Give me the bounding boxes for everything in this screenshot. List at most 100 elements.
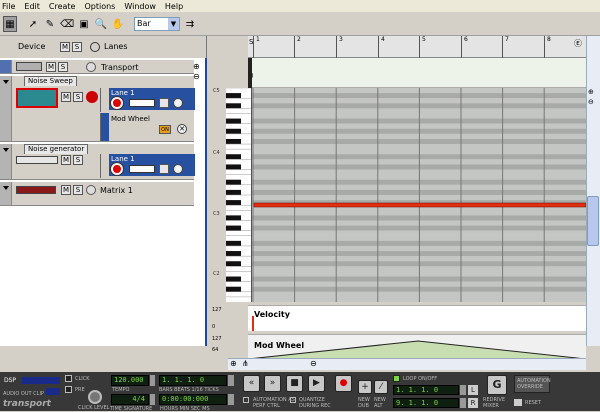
track-handle[interactable] xyxy=(0,144,12,179)
sequencer-icon[interactable]: ▦ xyxy=(3,16,17,32)
lane-mute-button[interactable] xyxy=(159,98,169,108)
collapse-icon[interactable] xyxy=(3,148,9,152)
position-display[interactable]: 1. 1. 1. 0 xyxy=(159,375,227,386)
black-key[interactable] xyxy=(226,118,241,124)
stop-button[interactable]: ■ xyxy=(286,375,303,392)
new-dub-button[interactable]: + xyxy=(358,380,372,394)
horizontal-scrollbar[interactable]: ⊕ ⋔ ⊖ xyxy=(228,358,586,370)
mute-button[interactable]: M xyxy=(61,185,71,195)
mute-button[interactable]: M xyxy=(61,92,71,102)
track-handle[interactable] xyxy=(0,60,12,73)
lane-mute-button[interactable] xyxy=(159,164,169,174)
scroll-thumb[interactable] xyxy=(587,196,599,246)
lanes-radio[interactable] xyxy=(90,42,100,52)
zoom-in-icon[interactable]: ⊕ xyxy=(193,62,200,71)
loop-left-display[interactable]: 1. 1. 1. 0 xyxy=(393,385,459,395)
hand-tool-icon[interactable]: ✋ xyxy=(112,16,124,32)
track-noise-generator[interactable]: Noise generator M S Lane 1 ✕ xyxy=(0,144,195,180)
pre-checkbox[interactable] xyxy=(65,386,72,393)
black-key[interactable] xyxy=(226,215,241,221)
mute-all-button[interactable]: M xyxy=(60,42,70,52)
on-button[interactable]: ON xyxy=(159,125,171,134)
velocity-bar[interactable] xyxy=(252,316,254,331)
black-key[interactable] xyxy=(226,93,241,99)
track-transport[interactable]: M S Transport xyxy=(0,60,194,74)
track-handle[interactable] xyxy=(0,76,12,141)
click-checkbox[interactable] xyxy=(65,375,72,382)
playhead-icon[interactable]: ⋔ xyxy=(242,359,249,368)
black-key[interactable] xyxy=(226,261,241,267)
time-stepper[interactable] xyxy=(228,394,234,405)
zoom-out-icon[interactable]: ⊖ xyxy=(193,72,200,81)
zoom-horizontal-in-icon[interactable]: ⊕ xyxy=(230,359,237,368)
chevron-down-icon[interactable]: ▼ xyxy=(168,18,179,30)
groove-button[interactable]: G xyxy=(487,375,507,395)
razor-tool-icon[interactable]: ▣ xyxy=(78,16,90,32)
close-icon[interactable]: ✕ xyxy=(173,164,183,174)
track-handle[interactable] xyxy=(0,182,12,205)
black-key[interactable] xyxy=(226,189,241,195)
right-locator-button[interactable]: R xyxy=(468,398,478,408)
close-icon[interactable]: ✕ xyxy=(177,124,187,134)
lane-select[interactable] xyxy=(129,99,155,107)
mod-wheel-lane[interactable]: 127 64 Mod Wheel xyxy=(212,334,586,359)
signature-stepper[interactable] xyxy=(150,394,155,405)
lane-toggle-icon[interactable] xyxy=(86,62,96,72)
menu-edit[interactable]: Edit xyxy=(24,2,40,11)
collapse-icon[interactable] xyxy=(3,186,9,190)
time-signature-display[interactable]: 4/4 xyxy=(111,394,149,405)
black-key[interactable] xyxy=(226,164,241,170)
menu-options[interactable]: Options xyxy=(84,2,115,11)
solo-button[interactable]: S xyxy=(58,62,68,72)
menu-create[interactable]: Create xyxy=(49,2,76,11)
time-display[interactable]: 0:00:00:000 xyxy=(159,394,227,405)
lane-toggle-icon[interactable] xyxy=(86,185,96,195)
play-button[interactable]: ▶ xyxy=(308,375,325,392)
left-locator-button[interactable]: L xyxy=(468,385,478,395)
zoom-vertical-in-icon[interactable]: ⊕ xyxy=(588,88,594,96)
mute-button[interactable]: M xyxy=(46,62,56,72)
fast-forward-button[interactable]: » xyxy=(264,375,281,392)
black-key[interactable] xyxy=(226,286,241,292)
mute-button[interactable]: M xyxy=(61,155,71,165)
note-grid[interactable] xyxy=(252,88,586,302)
device-tab[interactable]: Noise Sweep xyxy=(24,76,77,86)
collapse-icon[interactable] xyxy=(3,80,9,84)
generator-device-icon[interactable] xyxy=(16,156,58,164)
matrix-device-icon[interactable] xyxy=(16,186,56,194)
black-key[interactable] xyxy=(226,179,241,185)
song-start-marker-icon[interactable]: S xyxy=(249,38,253,46)
arrow-tool-icon[interactable]: ➚ xyxy=(27,16,39,32)
black-key[interactable] xyxy=(226,276,241,282)
solo-button[interactable]: S xyxy=(73,92,83,102)
track-noise-sweep[interactable]: Noise Sweep M S Lane 1 ✕ Mod Wheel ON ✕ xyxy=(0,76,195,142)
black-key[interactable] xyxy=(226,154,241,160)
magnify-tool-icon[interactable]: 🔍 xyxy=(95,16,107,32)
tempo-display[interactable]: 120.000 xyxy=(111,375,149,386)
black-key[interactable] xyxy=(226,128,241,134)
click-level-knob[interactable] xyxy=(88,390,102,404)
black-key[interactable] xyxy=(226,251,241,257)
midi-note[interactable] xyxy=(253,202,586,208)
lane-record-icon[interactable] xyxy=(111,163,123,175)
position-stepper[interactable] xyxy=(228,375,234,386)
device-tab[interactable]: Noise generator xyxy=(24,144,89,154)
black-key[interactable] xyxy=(226,103,241,109)
zoom-vertical-out-icon[interactable]: ⊖ xyxy=(588,98,594,106)
close-icon[interactable]: ✕ xyxy=(173,98,183,108)
loop-right-stepper[interactable] xyxy=(460,398,466,408)
black-key[interactable] xyxy=(226,225,241,231)
rewind-button[interactable]: « xyxy=(243,375,260,392)
menu-file[interactable]: File xyxy=(2,2,15,11)
record-enable-icon[interactable] xyxy=(86,91,98,103)
loop-left-stepper[interactable] xyxy=(460,385,466,395)
menu-help[interactable]: Help xyxy=(165,2,183,11)
lane-select[interactable] xyxy=(129,165,155,173)
eraser-tool-icon[interactable]: ⌫ xyxy=(60,16,74,32)
zoom-horizontal-out-icon[interactable]: ⊖ xyxy=(310,359,317,368)
menu-window[interactable]: Window xyxy=(124,2,156,11)
lane-record-icon[interactable] xyxy=(111,97,123,109)
lane-handle[interactable] xyxy=(101,113,109,141)
black-key[interactable] xyxy=(226,200,241,206)
timeline-ruler[interactable]: 1 2 3 4 5 6 7 8 S Ⓔ xyxy=(248,36,586,58)
